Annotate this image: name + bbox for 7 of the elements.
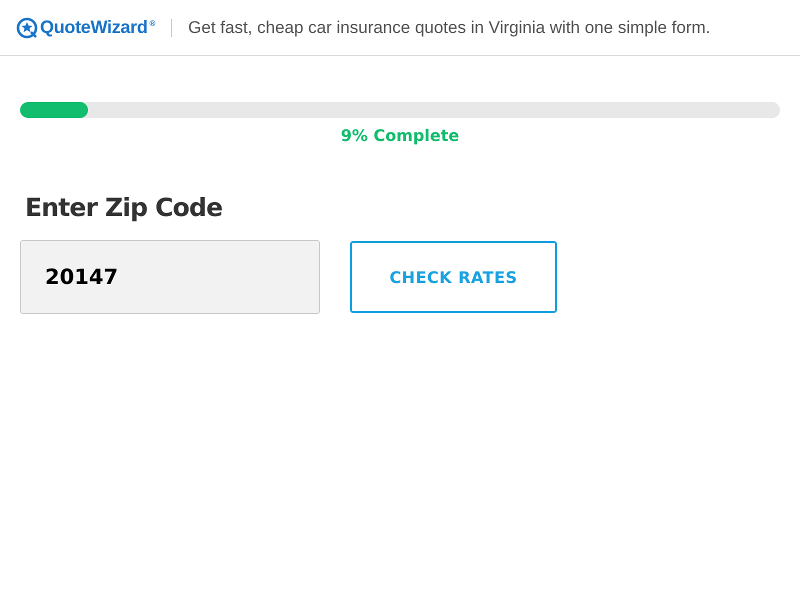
progress-label: 9% Complete <box>340 126 460 145</box>
registered-mark: ® <box>150 18 156 28</box>
form-heading: Enter Zip Code <box>25 193 222 222</box>
logo-text: QuoteWizard <box>40 17 148 38</box>
logo-icon <box>16 16 38 38</box>
tagline: Get fast, cheap car insurance quotes in Virginia with one simple form. <box>188 18 710 38</box>
zip-code-field[interactable]: 20147 <box>20 240 320 314</box>
